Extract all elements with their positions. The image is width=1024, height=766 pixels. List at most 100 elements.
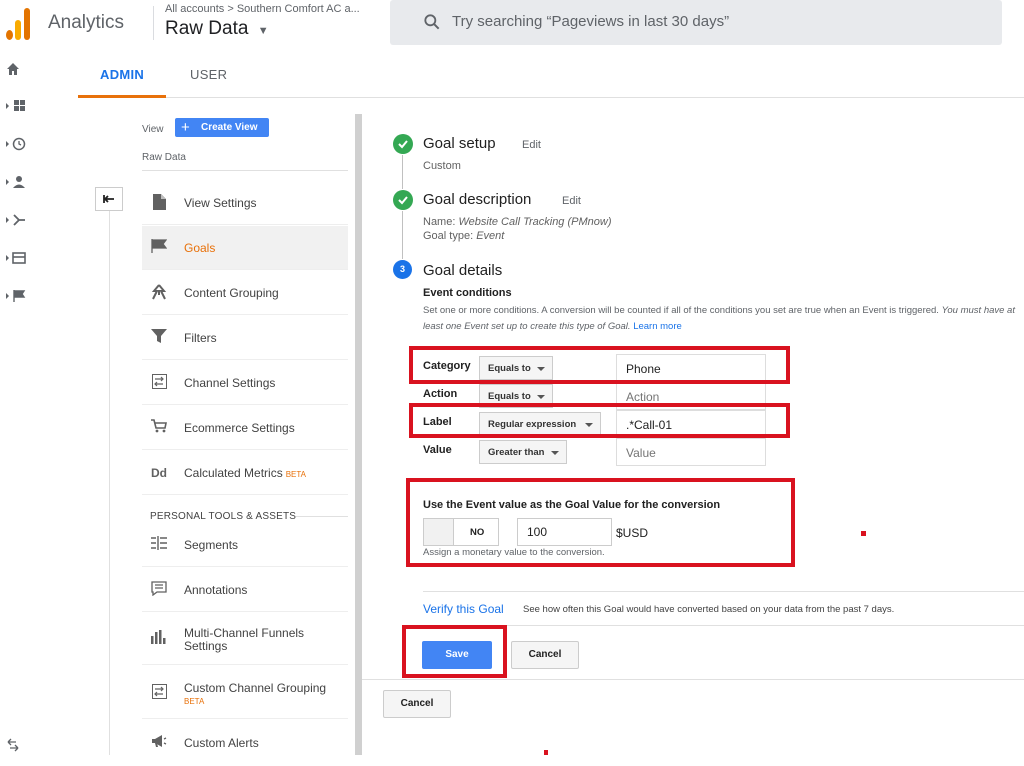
dropdown-caret-icon: ▼ [257, 25, 269, 37]
menu-label: Content Grouping [184, 286, 279, 300]
menu-label: Goals [184, 241, 216, 255]
menu-label: Calculated Metrics BETA [184, 466, 306, 480]
back-arrow-button[interactable] [95, 187, 123, 211]
verify-goal-link[interactable]: Verify this Goal [423, 602, 504, 616]
step-number-badge: 3 [393, 260, 412, 279]
menu-label-text: Calculated Metrics [184, 466, 283, 480]
tab-admin[interactable]: ADMIN [100, 67, 144, 82]
bars-icon [150, 630, 168, 648]
search-placeholder: Try searching “Pageviews in last 30 days… [452, 13, 730, 30]
condition-value-input[interactable]: Value [616, 438, 766, 466]
check-icon [393, 134, 413, 154]
search-bar[interactable]: Try searching “Pageviews in last 30 days… [390, 0, 1002, 45]
tab-user[interactable]: USER [190, 67, 227, 82]
menu-label: Filters [184, 331, 217, 345]
app-name: Analytics [48, 12, 125, 33]
menu-label: Multi-Channel Funnels Settings [184, 626, 305, 653]
channel-grouping-icon [150, 684, 168, 702]
back-arrow-icon [103, 195, 114, 203]
goal-setup-title: Goal setup [423, 135, 496, 152]
menu-label: Annotations [184, 583, 248, 597]
outer-cancel-button[interactable]: Cancel [383, 690, 451, 718]
menu-multi-channel-funnels[interactable]: Multi-Channel Funnels Settings [142, 613, 348, 665]
menu-annotations[interactable]: Annotations [142, 568, 348, 612]
acquisition-icon[interactable] [6, 213, 30, 231]
content-grouping-icon [150, 284, 168, 302]
goal-type-value: Event [476, 230, 505, 242]
menu-content-grouping[interactable]: Content Grouping [142, 271, 348, 315]
behavior-icon[interactable] [6, 251, 30, 269]
flag-icon [150, 239, 168, 257]
operator-dropdown[interactable]: Greater than [479, 440, 567, 464]
condition-row-value: Value Greater than Value [423, 438, 783, 466]
menu-view-settings[interactable]: View Settings [142, 181, 348, 225]
view-column-scrollbar[interactable] [355, 114, 362, 755]
view-selector-label: Raw Data [165, 18, 249, 39]
check-icon [393, 190, 413, 210]
goal-editor: Goal setup Edit Custom Goal description … [362, 98, 1024, 755]
learn-more-link[interactable]: Learn more [633, 321, 682, 332]
view-selector[interactable]: Raw Data ▼ [165, 18, 269, 40]
header-divider [153, 6, 154, 40]
flag-icon[interactable] [6, 289, 30, 307]
filter-icon [150, 329, 168, 347]
menu-channel-settings[interactable]: Channel Settings [142, 361, 348, 405]
collapse-arrow-icon[interactable] [6, 738, 30, 756]
account-breadcrumb[interactable]: All accounts > Southern Comfort AC a... [165, 3, 360, 15]
input-placeholder: Value [626, 446, 656, 460]
menu-custom-channel-grouping[interactable]: Custom Channel Grouping BETA [142, 667, 348, 719]
cancel-button[interactable]: Cancel [511, 641, 579, 669]
goal-type-line: Goal type: Event [423, 230, 504, 242]
create-view-label: Create View [201, 122, 258, 133]
divider [423, 591, 1024, 592]
segments-icon [150, 536, 168, 554]
person-icon[interactable] [6, 175, 30, 193]
menu-label: Custom Channel Grouping BETA [184, 681, 326, 706]
menu-label: Channel Settings [184, 376, 276, 390]
view-name-label[interactable]: Raw Data [142, 152, 186, 163]
menu-label: View Settings [184, 196, 257, 210]
create-view-button[interactable]: + Create View [175, 118, 269, 137]
verify-goal-text: See how often this Goal would have conve… [523, 604, 895, 615]
menu-label: Segments [184, 538, 239, 552]
top-bar: Analytics All accounts > Southern Comfor… [0, 0, 1024, 50]
event-conditions-desc: Set one or more conditions. A conversion… [423, 303, 1023, 335]
view-label: View [142, 124, 164, 135]
left-nav [0, 50, 30, 755]
view-column: View + Create View Raw Data View Setting… [78, 98, 356, 755]
goal-name-value: Website Call Tracking (PMnow) [458, 216, 612, 228]
divider [423, 625, 1024, 626]
dd-icon: Dd [151, 466, 167, 480]
highlight-box-label [409, 403, 790, 438]
search-icon [424, 14, 440, 30]
goal-setup-edit-link[interactable]: Edit [522, 139, 541, 151]
menu-goals[interactable]: Goals [142, 226, 348, 270]
condition-label: Value [423, 444, 452, 456]
menu-segments[interactable]: Segments [142, 523, 348, 567]
megaphone-icon [150, 734, 168, 752]
divider [142, 170, 348, 171]
beta-badge: BETA [184, 697, 205, 706]
menu-label: Ecommerce Settings [184, 421, 295, 435]
step-connector [402, 211, 403, 259]
goal-name-line: Name: Website Call Tracking (PMnow) [423, 216, 612, 228]
menu-filters[interactable]: Filters [142, 316, 348, 360]
home-icon[interactable] [6, 62, 30, 80]
menu-ecommerce-settings[interactable]: Ecommerce Settings [142, 406, 348, 450]
menu-custom-alerts[interactable]: Custom Alerts [142, 722, 348, 766]
menu-calculated-metrics[interactable]: Dd Calculated Metrics BETA [142, 451, 348, 495]
dashboard-icon[interactable] [6, 99, 30, 117]
caret-icon [551, 451, 559, 455]
annotations-icon [150, 581, 168, 599]
operator-value: Greater than [488, 447, 545, 458]
red-marker [861, 531, 866, 536]
goal-setup-value: Custom [423, 160, 461, 172]
caret-icon [537, 395, 545, 399]
divider [362, 679, 1024, 680]
clock-icon[interactable] [6, 137, 30, 155]
step-connector [402, 155, 403, 189]
analytics-logo-icon[interactable] [6, 8, 32, 40]
goal-description-edit-link[interactable]: Edit [562, 195, 581, 207]
cart-icon [150, 419, 168, 437]
goal-type-label: Goal type: [423, 230, 474, 242]
